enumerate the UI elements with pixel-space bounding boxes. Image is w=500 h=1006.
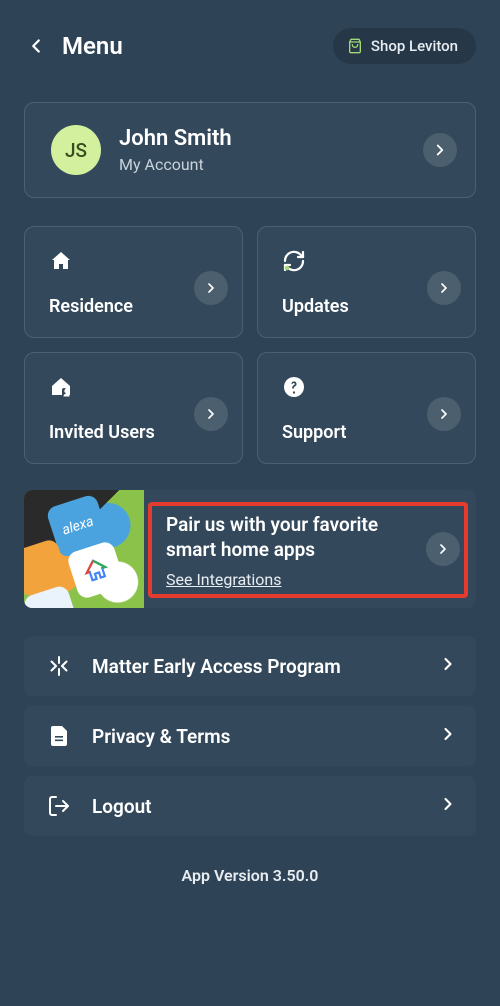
chevron-right-icon (438, 654, 458, 674)
row-chevron (438, 654, 458, 678)
chevron-right-icon (203, 280, 219, 296)
tile-support[interactable]: Support (257, 352, 476, 464)
integrations-image: alexa (24, 490, 144, 608)
chevron-right-icon (436, 280, 452, 296)
row-chevron (438, 724, 458, 748)
tile-chevron (194, 271, 228, 305)
account-card[interactable]: JS John Smith My Account (24, 102, 476, 198)
tile-chevron (194, 397, 228, 431)
integrations-chevron (426, 532, 460, 566)
row-matter-label: Matter Early Access Program (92, 655, 418, 678)
row-privacy[interactable]: Privacy & Terms (24, 706, 476, 766)
integrations-highlight: Pair us with your favorite smart home ap… (148, 502, 468, 598)
logout-icon (46, 794, 72, 818)
see-integrations-link[interactable]: See Integrations (166, 570, 418, 589)
header: Menu Shop Leviton (24, 24, 476, 68)
tile-residence[interactable]: Residence (24, 226, 243, 338)
back-button[interactable] (24, 34, 48, 58)
row-privacy-label: Privacy & Terms (92, 725, 418, 748)
account-text: John Smith My Account (119, 126, 405, 173)
invited-users-icon (49, 373, 226, 401)
chevron-left-icon (25, 35, 47, 57)
account-subtitle: My Account (119, 155, 405, 174)
chevron-right-icon (438, 794, 458, 814)
integrations-banner[interactable]: alexa Pair us with your favorite smart h… (24, 490, 476, 608)
tile-chevron (427, 271, 461, 305)
shop-leviton-button[interactable]: Shop Leviton (333, 28, 476, 64)
integrations-title: Pair us with your favorite smart home ap… (166, 513, 418, 562)
shopping-bag-icon (347, 38, 363, 54)
chevron-right-icon (203, 406, 219, 422)
tile-updates[interactable]: Updates (257, 226, 476, 338)
home-icon (49, 247, 226, 275)
document-icon (46, 724, 72, 748)
app-version: App Version 3.50.0 (24, 866, 476, 885)
matter-icon (46, 654, 72, 678)
updates-icon (282, 247, 459, 275)
chevron-right-icon (436, 406, 452, 422)
tile-grid: Residence Updates Invited Users (24, 226, 476, 464)
tile-chevron (427, 397, 461, 431)
chevron-right-icon (438, 724, 458, 744)
integrations-body: Pair us with your favorite smart home ap… (144, 490, 476, 608)
account-chevron (423, 133, 457, 167)
account-name: John Smith (119, 126, 405, 152)
row-matter[interactable]: Matter Early Access Program (24, 636, 476, 696)
avatar: JS (51, 125, 101, 175)
page-title: Menu (62, 32, 123, 60)
row-logout[interactable]: Logout (24, 776, 476, 836)
chevron-right-icon (431, 141, 449, 159)
header-left: Menu (24, 32, 123, 60)
tile-invited-users[interactable]: Invited Users (24, 352, 243, 464)
row-logout-label: Logout (92, 795, 418, 818)
shop-leviton-label: Shop Leviton (371, 37, 458, 55)
help-icon (282, 373, 459, 401)
chevron-right-icon (435, 541, 451, 557)
menu-list: Matter Early Access Program Privacy & Te… (24, 636, 476, 836)
row-chevron (438, 794, 458, 818)
